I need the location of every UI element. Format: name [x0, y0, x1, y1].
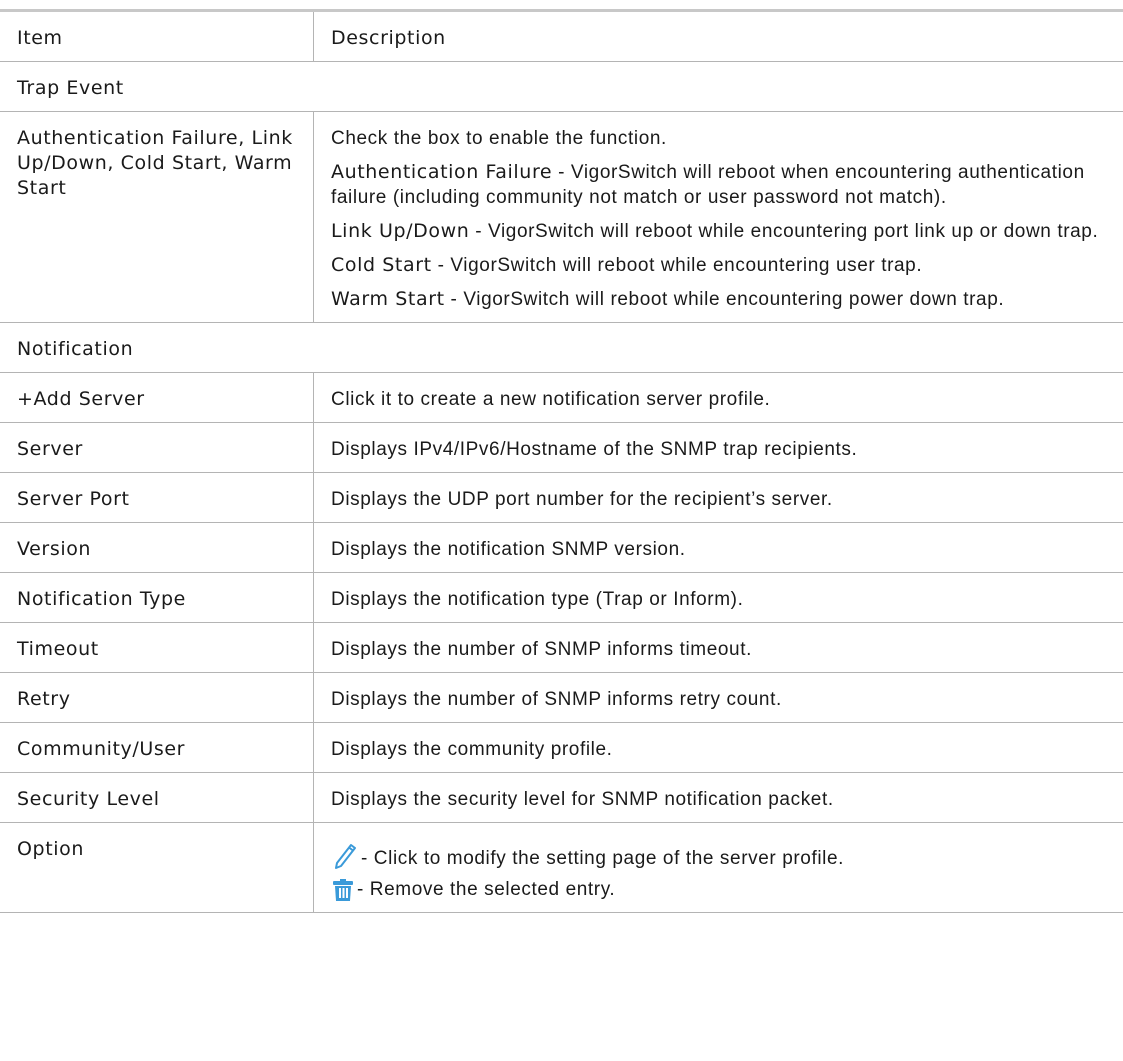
item-cell: Retry: [0, 672, 314, 723]
table-row: Notification Type Displays the notificat…: [0, 572, 1123, 623]
description-cell: Displays the notification type (Trap or …: [313, 572, 1123, 623]
header-description: Description: [313, 9, 1123, 62]
description-cell: Displays the notification SNMP version.: [313, 522, 1123, 573]
trap-term: Link Up/Down: [331, 220, 470, 242]
table-row: Server Port Displays the UDP port number…: [0, 472, 1123, 523]
trap-text: - VigorSwitch will reboot while encounte…: [469, 221, 1099, 242]
description-cell-trap-events: Check the box to enable the function. Au…: [313, 111, 1123, 323]
description-cell: Displays the UDP port number for the rec…: [313, 472, 1123, 523]
table-row: Retry Displays the number of SNMP inform…: [0, 672, 1123, 723]
trap-term: Cold Start: [331, 254, 432, 276]
item-cell: Server: [0, 422, 314, 473]
item-cell: Notification Type: [0, 572, 314, 623]
section-row-trap-event: Trap Event: [0, 61, 1123, 112]
trap-text: - VigorSwitch will reboot while encounte…: [444, 289, 1005, 310]
section-row-notification: Notification: [0, 322, 1123, 373]
description-cell: Displays IPv4/IPv6/Hostname of the SNMP …: [313, 422, 1123, 473]
option-delete-text: - Remove the selected entry.: [357, 879, 616, 900]
table-row: Version Displays the notification SNMP v…: [0, 522, 1123, 573]
trap-entry-cold-start: Cold Start - VigorSwitch will reboot whi…: [331, 253, 1113, 278]
trap-term: Authentication Failure: [331, 161, 553, 183]
option-delete-line: - Remove the selected entry.: [331, 877, 1113, 902]
description-cell: Displays the security level for SNMP not…: [313, 772, 1123, 823]
trap-entry-authentication: Authentication Failure - VigorSwitch wil…: [331, 160, 1113, 210]
trap-entry-link: Link Up/Down - VigorSwitch will reboot w…: [331, 219, 1113, 244]
trap-text: - VigorSwitch will reboot while encounte…: [431, 255, 923, 276]
item-cell-trap-events: Authentication Failure, Link Up/Down, Co…: [0, 111, 314, 323]
option-edit-line: - Click to modify the setting page of th…: [331, 837, 1113, 871]
table-row: +Add Server Click it to create a new not…: [0, 372, 1123, 423]
table-row: Security Level Displays the security lev…: [0, 772, 1123, 823]
description-table: Item Description Trap Event Authenticati…: [0, 9, 1123, 913]
item-cell: Version: [0, 522, 314, 573]
description-cell: Displays the community profile.: [313, 722, 1123, 773]
trash-icon: [331, 878, 355, 902]
item-cell: Security Level: [0, 772, 314, 823]
item-cell: Server Port: [0, 472, 314, 523]
trap-intro: Check the box to enable the function.: [331, 128, 667, 149]
table-row-option: Option - Click to modify the setting pag…: [0, 822, 1123, 913]
description-cell: Displays the number of SNMP informs retr…: [313, 672, 1123, 723]
table-row-trap-events: Authentication Failure, Link Up/Down, Co…: [0, 111, 1123, 323]
section-title-notification: Notification: [0, 322, 1123, 373]
description-cell-option: - Click to modify the setting page of th…: [313, 822, 1123, 913]
trap-entry-warm-start: Warm Start - VigorSwitch will reboot whi…: [331, 287, 1113, 312]
table-row: Server Displays IPv4/IPv6/Hostname of th…: [0, 422, 1123, 473]
table-row: Timeout Displays the number of SNMP info…: [0, 622, 1123, 673]
item-cell: +Add Server: [0, 372, 314, 423]
description-cell: Displays the number of SNMP informs time…: [313, 622, 1123, 673]
description-cell: Click it to create a new notification se…: [313, 372, 1123, 423]
trap-term: Warm Start: [331, 288, 445, 310]
table-row: Community/User Displays the community pr…: [0, 722, 1123, 773]
item-cell-option: Option: [0, 822, 314, 913]
option-edit-text: - Click to modify the setting page of th…: [361, 848, 845, 869]
item-cell: Timeout: [0, 622, 314, 673]
table-header-row: Item Description: [0, 9, 1123, 62]
item-cell: Community/User: [0, 722, 314, 773]
section-title-trap-event: Trap Event: [0, 61, 1123, 112]
pencil-icon: [331, 837, 359, 871]
header-item: Item: [0, 9, 314, 62]
